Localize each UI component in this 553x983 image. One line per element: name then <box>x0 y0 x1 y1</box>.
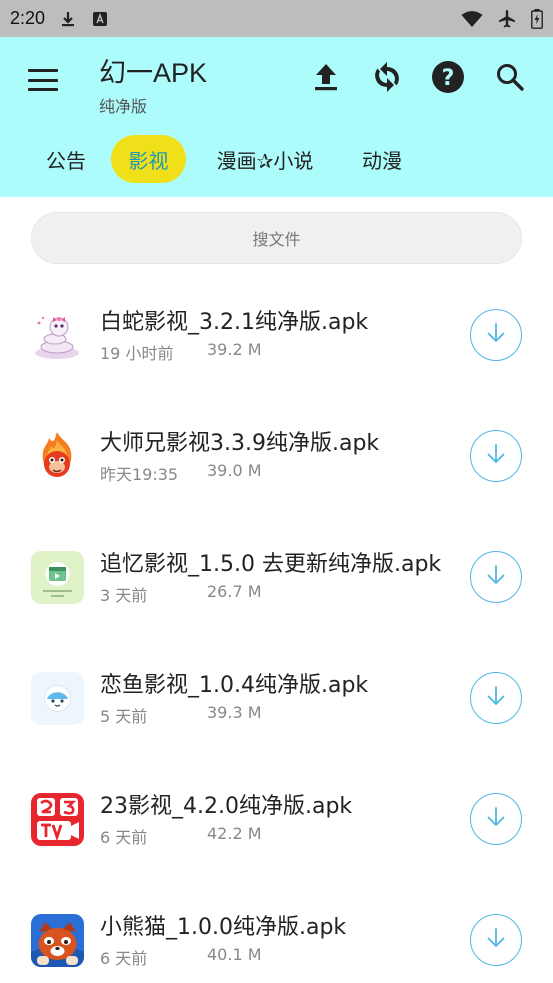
file-name: 大师兄影视3.3.9纯净版.apk <box>100 431 380 456</box>
list-item[interactable]: 追忆影视_1.5.0 去更新纯净版.apk 3 天前 26.7 M <box>0 517 553 638</box>
red-panda-app-icon <box>31 914 84 967</box>
download-icon <box>59 10 77 28</box>
file-name: 追忆影视_1.5.0 去更新纯净版.apk <box>100 552 442 577</box>
app-bar: 幻一APK 纯净版 ? 公告 影视 漫画✰小说 动漫 <box>0 37 553 197</box>
search-button[interactable] <box>492 61 528 97</box>
arrow-down-icon <box>484 926 508 954</box>
download-button[interactable] <box>470 551 522 603</box>
arrow-down-icon <box>484 321 508 349</box>
menu-icon-line <box>28 88 58 91</box>
file-size: 40.1 M <box>207 945 262 964</box>
arrow-down-icon <box>484 684 508 712</box>
tab-movies[interactable]: 影视 <box>111 135 186 183</box>
download-button[interactable] <box>470 672 522 724</box>
arrow-down-icon <box>484 442 508 470</box>
lianyu-app-icon <box>31 672 84 725</box>
file-size: 39.0 M <box>207 461 262 480</box>
list-item[interactable]: 白蛇影视_3.2.1纯净版.apk 19 小时前 39.2 M <box>0 275 553 396</box>
zhuiyi-app-icon <box>31 551 84 604</box>
status-bar: 2:20 <box>0 0 553 37</box>
list-item[interactable]: 恋鱼影视_1.0.4纯净版.apk 5 天前 39.3 M <box>0 638 553 759</box>
refresh-button[interactable] <box>369 61 405 97</box>
upload-icon <box>312 62 340 96</box>
download-button[interactable] <box>470 430 522 482</box>
file-size: 39.2 M <box>207 340 262 359</box>
svg-text:?: ? <box>442 66 455 91</box>
search-icon <box>495 62 525 96</box>
arrow-down-icon <box>484 805 508 833</box>
download-button[interactable] <box>470 309 522 361</box>
category-tabs: 公告 影视 漫画✰小说 动漫 <box>0 135 553 185</box>
file-name: 23影视_4.2.0纯净版.apk <box>100 794 353 819</box>
file-size: 39.3 M <box>207 703 262 722</box>
upload-button[interactable] <box>308 61 344 97</box>
airplane-icon <box>497 9 517 29</box>
status-time: 2:20 <box>10 8 46 28</box>
tab-announcement[interactable]: 公告 <box>32 135 100 183</box>
wifi-icon <box>461 10 483 28</box>
file-name: 恋鱼影视_1.0.4纯净版.apk <box>100 673 369 698</box>
download-button[interactable] <box>470 914 522 966</box>
23tv-app-icon <box>31 793 84 846</box>
file-time: 19 小时前 <box>100 344 174 363</box>
tab-comics-novels[interactable]: 漫画✰小说 <box>200 135 330 183</box>
search-placeholder: 搜文件 <box>252 230 301 249</box>
menu-icon-line <box>28 78 58 82</box>
file-size: 26.7 M <box>207 582 262 601</box>
menu-icon-line <box>28 69 58 72</box>
app-title: 幻一APK <box>99 58 208 88</box>
file-time: 昨天19:35 <box>100 465 179 484</box>
file-name: 小熊猫_1.0.0纯净版.apk <box>100 915 347 940</box>
file-name: 白蛇影视_3.2.1纯净版.apk <box>100 310 369 335</box>
help-icon: ? <box>431 60 465 98</box>
arrow-down-icon <box>484 563 508 591</box>
tab-anime[interactable]: 动漫 <box>346 135 418 183</box>
white-snake-app-icon <box>31 309 84 362</box>
app-subtitle: 纯净版 <box>99 97 148 116</box>
battery-icon <box>531 8 543 29</box>
file-size: 42.2 M <box>207 824 262 843</box>
list-item[interactable]: 大师兄影视3.3.9纯净版.apk 昨天19:35 39.0 M <box>0 396 553 517</box>
help-button[interactable]: ? <box>430 61 466 97</box>
list-item[interactable]: 小熊猫_1.0.0纯净版.apk 6 天前 40.1 M <box>0 880 553 983</box>
search-input[interactable]: 搜文件 <box>31 212 522 264</box>
a-notification-icon <box>91 10 109 28</box>
menu-button[interactable] <box>26 65 60 95</box>
file-time: 5 天前 <box>100 707 148 726</box>
file-time: 3 天前 <box>100 586 148 605</box>
file-time: 6 天前 <box>100 828 148 847</box>
list-item[interactable]: 23影视_4.2.0纯净版.apk 6 天前 42.2 M <box>0 759 553 880</box>
file-time: 6 天前 <box>100 949 148 968</box>
fire-monkey-app-icon <box>31 430 84 483</box>
download-button[interactable] <box>470 793 522 845</box>
refresh-icon <box>372 61 402 97</box>
